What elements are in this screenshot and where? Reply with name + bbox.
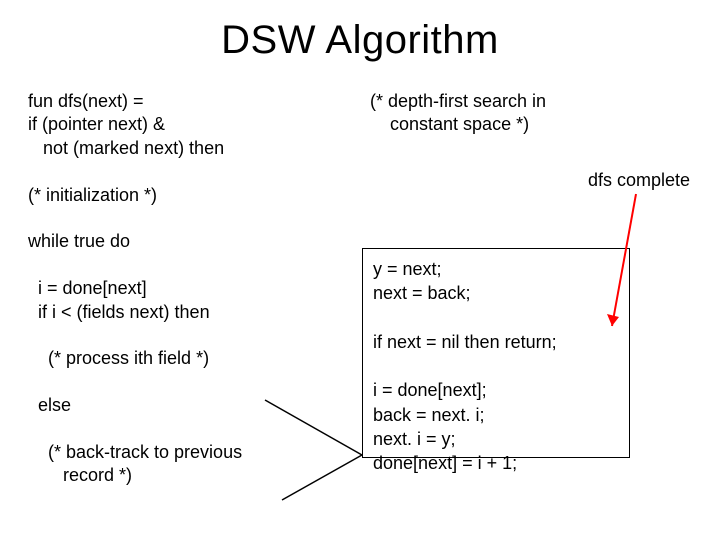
expansion-box: y = next; next = back; if next = nil the…: [362, 248, 630, 458]
dfs-complete-label: dfs complete: [588, 170, 690, 191]
slide-title: DSW Algorithm: [0, 18, 720, 63]
comment-right: (* depth-first search in constant space …: [370, 90, 630, 137]
slide: DSW Algorithm fun dfs(next) = if (pointe…: [0, 0, 720, 540]
pseudocode-left: fun dfs(next) = if (pointer next) & not …: [28, 90, 328, 488]
